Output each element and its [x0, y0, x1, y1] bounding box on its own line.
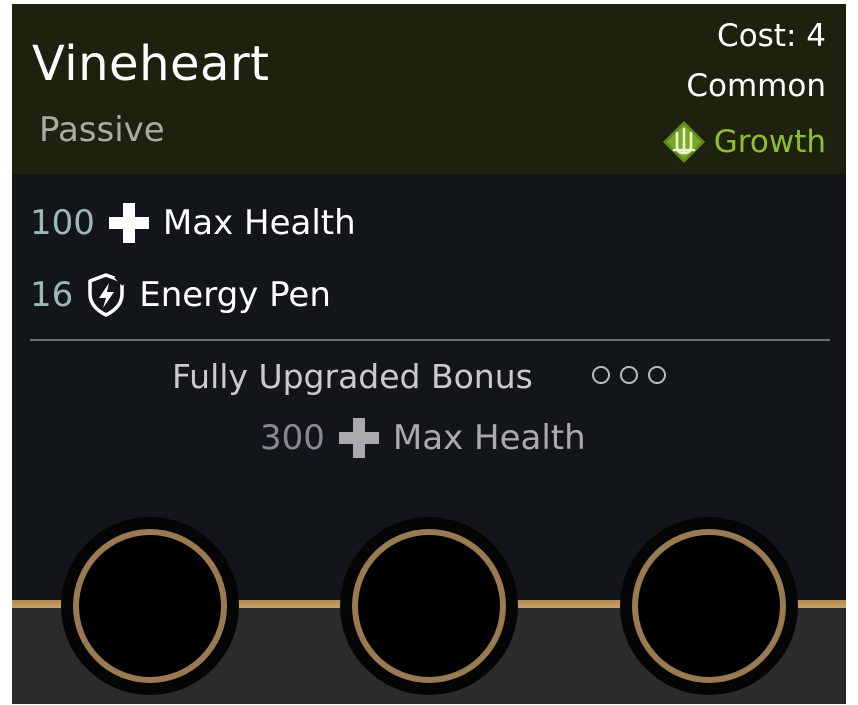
stat-value: 16	[30, 275, 74, 315]
stat-energy-pen: 16 Energy Pen	[30, 272, 331, 318]
item-rarity: Common	[686, 68, 826, 104]
category-label: Growth	[713, 124, 826, 160]
growth-category-icon	[662, 120, 706, 164]
card-header: Vineheart Passive Cost: 4 Common Growth	[12, 4, 846, 174]
upgrade-dot-3	[648, 366, 666, 384]
socket-3[interactable]	[620, 517, 798, 695]
bonus-title: Fully Upgraded Bonus	[172, 357, 533, 396]
stat-value: 100	[30, 203, 95, 243]
energy-pen-icon	[85, 272, 127, 318]
divider	[30, 339, 830, 341]
item-title: Vineheart	[32, 36, 270, 92]
socket-1[interactable]	[61, 517, 239, 695]
socket-2[interactable]	[340, 517, 518, 695]
stat-label: Energy Pen	[139, 275, 331, 315]
bonus-stat-max-health: 300 Max Health	[260, 416, 586, 460]
item-category: Growth	[662, 120, 826, 164]
stat-label: Max Health	[162, 203, 356, 243]
socket-ring	[632, 529, 786, 683]
upgrade-dot-1	[592, 366, 610, 384]
stat-max-health: 100 Max Health	[30, 201, 356, 245]
item-type: Passive	[39, 110, 165, 150]
bonus-value: 300	[260, 418, 325, 458]
socket-ring	[73, 529, 227, 683]
socket-bar	[12, 504, 846, 704]
socket-ring	[352, 529, 506, 683]
item-card: Vineheart Passive Cost: 4 Common Growth …	[12, 4, 846, 704]
upgrade-progress-dots	[592, 366, 666, 384]
plus-health-icon	[337, 416, 381, 460]
item-cost: Cost: 4	[717, 18, 826, 54]
plus-health-icon	[107, 201, 151, 245]
upgrade-dot-2	[620, 366, 638, 384]
bonus-label: Max Health	[392, 418, 586, 458]
